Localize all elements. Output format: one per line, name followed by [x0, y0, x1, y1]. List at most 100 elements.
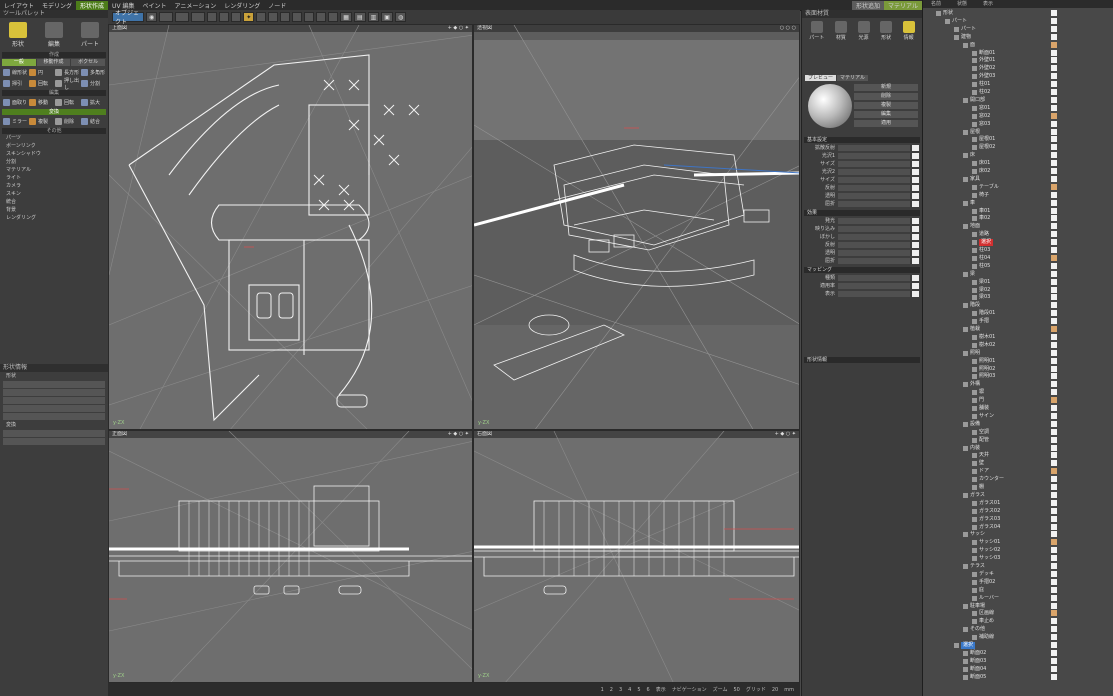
- color-swatch[interactable]: [912, 225, 919, 232]
- visibility-checkbox[interactable]: [1051, 405, 1057, 411]
- mode-button[interactable]: パート: [75, 22, 105, 48]
- outliner-row[interactable]: 建物: [954, 34, 971, 41]
- attr-field[interactable]: [3, 381, 105, 388]
- outliner-row[interactable]: 断面01: [972, 50, 995, 57]
- menu-item[interactable]: ノード: [264, 1, 290, 10]
- outliner-row[interactable]: 車止め: [972, 618, 994, 625]
- menu-extra-tab[interactable]: マテリアル: [884, 0, 922, 10]
- viewport-top[interactable]: 上面図 + ◆ ○ ✦ y·ZX: [108, 24, 473, 430]
- outliner-row[interactable]: テラス: [963, 563, 985, 570]
- status-item[interactable]: mm: [784, 687, 794, 693]
- tool-button[interactable]: 結合: [81, 117, 105, 126]
- visibility-checkbox[interactable]: [1051, 160, 1057, 167]
- outliner-row[interactable]: ルーバー: [972, 595, 999, 602]
- outliner-row[interactable]: 照明02: [972, 366, 995, 373]
- visibility-checkbox[interactable]: [1051, 555, 1057, 562]
- outliner-row[interactable]: 外壁01: [972, 57, 995, 64]
- outliner-row[interactable]: 補助線: [972, 634, 994, 641]
- tool-button[interactable]: 分割: [81, 79, 105, 88]
- tool-button[interactable]: 回転: [29, 79, 53, 88]
- outliner-row[interactable]: 壁: [972, 460, 984, 467]
- outliner-row[interactable]: その他: [963, 626, 985, 633]
- visibility-checkbox[interactable]: [1051, 326, 1057, 332]
- visibility-checkbox[interactable]: [1051, 136, 1057, 143]
- tool-button[interactable]: ミラー: [3, 117, 27, 126]
- property-value[interactable]: [838, 257, 910, 264]
- visibility-checkbox[interactable]: [1051, 10, 1057, 16]
- visibility-checkbox[interactable]: [1051, 65, 1057, 72]
- property-row[interactable]: 表示: [805, 290, 919, 297]
- outliner-row[interactable]: ガラス02: [972, 508, 1000, 515]
- tool-button[interactable]: 掃引: [3, 79, 27, 88]
- outliner-row[interactable]: 形状: [936, 10, 953, 17]
- panel-tab[interactable]: 光源: [857, 21, 870, 41]
- outliner-row[interactable]: 柱05: [972, 263, 990, 270]
- outliner-row[interactable]: 車01: [972, 208, 990, 215]
- outliner-row[interactable]: デッキ: [972, 571, 994, 578]
- outliner-row[interactable]: 屋根01: [972, 136, 995, 143]
- outliner-column[interactable]: 表示: [975, 0, 1001, 8]
- color-swatch[interactable]: [912, 217, 919, 224]
- material-button[interactable]: 適用: [854, 120, 918, 127]
- outliner-row[interactable]: パート: [954, 26, 976, 33]
- mode-button[interactable]: 編集: [39, 22, 69, 48]
- outliner-row[interactable]: 設備: [963, 421, 980, 428]
- property-row[interactable]: サイズ: [805, 176, 919, 183]
- color-swatch[interactable]: [912, 152, 919, 159]
- layout-icon[interactable]: ▣: [381, 12, 393, 22]
- attr-field[interactable]: [3, 397, 105, 404]
- property-value[interactable]: [838, 184, 910, 191]
- outliner-row[interactable]: 塀: [972, 389, 984, 396]
- property-row[interactable]: 光沢1: [805, 152, 919, 159]
- status-item[interactable]: ズーム: [713, 686, 728, 693]
- tool-button[interactable]: [231, 12, 242, 22]
- status-item[interactable]: 表示: [656, 686, 666, 693]
- visibility-checkbox[interactable]: [1051, 286, 1057, 293]
- attr-field[interactable]: [3, 438, 105, 445]
- visibility-checkbox[interactable]: [1051, 254, 1057, 261]
- tool-button[interactable]: [280, 12, 291, 22]
- property-row[interactable]: 映り込み: [805, 225, 919, 232]
- outliner-row[interactable]: サッシ03: [972, 555, 1000, 562]
- visibility-checkbox[interactable]: [1051, 626, 1057, 633]
- outliner-row[interactable]: 梁03: [972, 294, 990, 301]
- create-tab[interactable]: 一般: [2, 59, 36, 66]
- visibility-checkbox[interactable]: [1051, 649, 1057, 656]
- outliner-row[interactable]: サッシ01: [972, 539, 1000, 546]
- viewport-right[interactable]: 右面図 + ◆ ○ ✦ y·ZX: [473, 430, 800, 683]
- outliner-row[interactable]: 空調: [972, 429, 989, 436]
- outliner-row[interactable]: 梁02: [972, 287, 990, 294]
- material-tab[interactable]: マテリアル: [837, 75, 868, 81]
- property-row[interactable]: 発光: [805, 217, 919, 224]
- visibility-checkbox[interactable]: [1051, 428, 1057, 435]
- visibility-checkbox[interactable]: [1051, 333, 1057, 340]
- menu-extra-tab[interactable]: 形状追加: [852, 0, 885, 10]
- render-icon[interactable]: ◍: [394, 12, 407, 22]
- outliner-row[interactable]: 椅子: [972, 192, 989, 199]
- visibility-checkbox[interactable]: [1051, 436, 1057, 443]
- outliner-row[interactable]: 梁01: [972, 279, 990, 286]
- outliner-row[interactable]: 門: [972, 397, 984, 404]
- misc-list-item[interactable]: 分割: [0, 158, 108, 166]
- tool-button[interactable]: 移動: [29, 98, 53, 107]
- material-button[interactable]: 編集: [854, 111, 918, 118]
- property-value[interactable]: [838, 176, 910, 183]
- viewport-perspective[interactable]: 透視図 ○ ○ ○ y·ZX: [473, 24, 800, 430]
- property-row[interactable]: 反射: [805, 184, 919, 191]
- outliner-row[interactable]: 断面03: [963, 658, 986, 665]
- visibility-checkbox[interactable]: [1051, 341, 1057, 348]
- visibility-checkbox[interactable]: [1051, 128, 1057, 135]
- outliner-row[interactable]: 地面: [963, 223, 980, 230]
- create-tab[interactable]: ボクセル: [71, 59, 106, 66]
- outliner-row[interactable]: 植栽: [963, 326, 980, 333]
- outliner-row[interactable]: ガラス: [963, 492, 985, 499]
- tool-button[interactable]: [159, 12, 174, 22]
- visibility-checkbox[interactable]: [1051, 594, 1057, 601]
- visibility-checkbox[interactable]: [1051, 278, 1057, 285]
- outliner-row[interactable]: 外壁03: [972, 73, 995, 80]
- visibility-checkbox[interactable]: [1051, 318, 1057, 325]
- misc-list-item[interactable]: レンダリング: [0, 214, 108, 222]
- visibility-checkbox[interactable]: [1051, 389, 1057, 396]
- panel-tab[interactable]: 情報: [902, 21, 915, 41]
- panel-tab[interactable]: 形状: [880, 21, 893, 41]
